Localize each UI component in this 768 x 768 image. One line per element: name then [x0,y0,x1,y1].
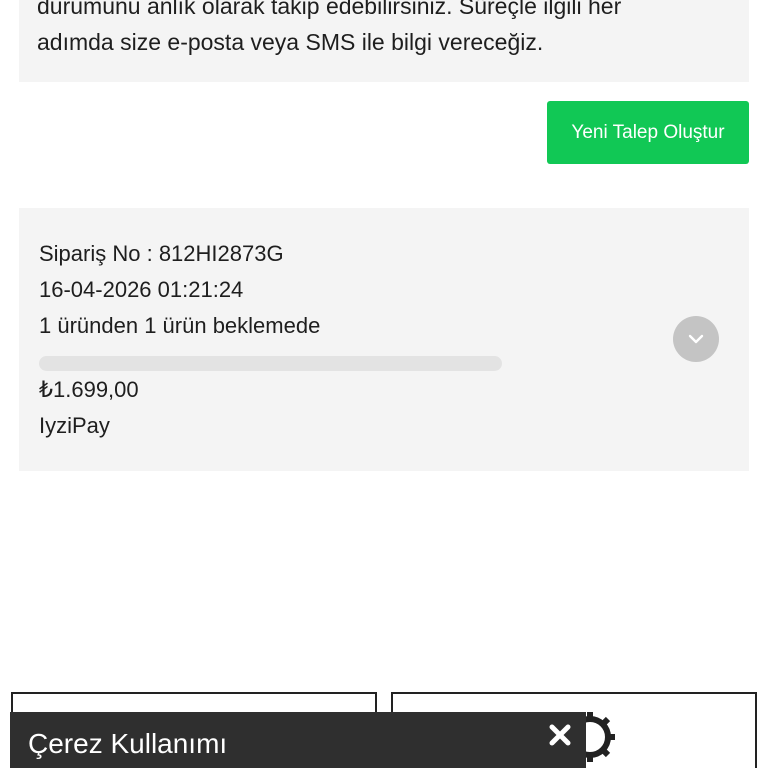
info-text: durumunu anlık olarak takip edebilirsini… [37,0,737,60]
order-datetime: 16-04-2026 01:21:24 [39,277,244,302]
new-request-button[interactable]: Yeni Talep Oluştur [547,101,749,164]
cookie-title: Çerez Kullanımı [28,728,228,759]
order-number: Sipariş No : 812HI2873G [39,241,284,266]
info-line-1: durumunu anlık olarak takip edebilirsini… [37,0,622,19]
page: durumunu anlık olarak takip edebilirsini… [0,0,768,768]
order-amount: ₺1.699,00 [39,377,139,402]
chevron-down-icon [688,334,704,344]
cookie-banner: Çerez Kullanımı [10,712,586,768]
order-payment-method: IyziPay [39,413,110,438]
cookie-close-button[interactable] [545,720,575,750]
order-card[interactable]: Sipariş No : 812HI2873G 16-04-2026 01:21… [19,208,749,471]
close-icon [549,724,571,746]
info-line-2: adımda size e-posta veya SMS ile bilgi v… [37,29,544,55]
info-box: durumunu anlık olarak takip edebilirsini… [19,0,749,82]
order-progress-bar [39,356,502,371]
order-expand-toggle[interactable] [673,316,719,362]
order-status: 1 üründen 1 ürün beklemede [39,313,321,338]
